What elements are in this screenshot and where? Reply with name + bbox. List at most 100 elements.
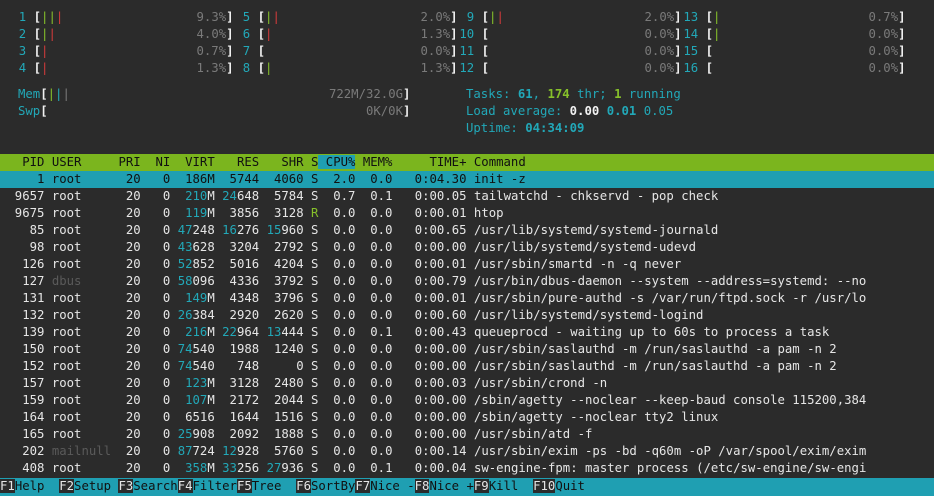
process-row[interactable]: 9675 root 20 0 119M 3856 3128 R 0.0 0.0 … [0, 205, 934, 222]
cell-pri: 20 [111, 325, 141, 339]
fkey-f4-button[interactable]: F4Filter [177, 479, 237, 493]
cell-virt: 25908 [170, 427, 215, 441]
column-header-pri[interactable]: PRI [111, 155, 140, 169]
cell-cmd: /usr/sbin/saslauthd -m /run/saslauthd -a… [466, 359, 837, 373]
cell-shr: 15960 [259, 223, 304, 237]
cell-ni: 0 [140, 359, 171, 373]
process-row[interactable]: 139 root 20 0 216M 22964 13444 S 0.0 0.1… [0, 324, 934, 341]
fkey-f6-button[interactable]: F6SortBy [296, 479, 355, 493]
fkey-f7-button[interactable]: F7Nice - [355, 479, 415, 493]
cell-cmd: /sbin/agetty --noclear --keep-baud conso… [466, 393, 867, 407]
function-key-bar[interactable]: F1Help F2Setup F3SearchF4FilterF5Tree F6… [0, 478, 934, 496]
uptime-value: 04:34:09 [525, 121, 585, 135]
process-row[interactable]: 150 root 20 0 74540 1988 1240 S 0.0 0.0 … [0, 341, 934, 358]
column-header-mem[interactable]: MEM% [355, 155, 393, 169]
cpu-percent: 1.3% [272, 61, 451, 75]
cell-cmd: sw-engine-fpm: master process (/etc/sw-e… [466, 461, 867, 475]
process-row[interactable]: 131 root 20 0 149M 4348 3796 S 0.0 0.0 0… [0, 290, 934, 307]
process-row[interactable]: 152 root 20 0 74540 748 0 S 0.0 0.0 0:00… [0, 358, 934, 375]
cell-ni: 0 [140, 308, 171, 322]
process-row[interactable]: 165 root 20 0 25908 2092 1888 S 0.0 0.0 … [0, 426, 934, 443]
cell-time-sec: 00.60 [429, 308, 467, 322]
column-header-user[interactable]: USER [44, 155, 111, 169]
column-header-virt[interactable]: VIRT [170, 155, 215, 169]
cell-mem: 0.1 [355, 461, 393, 475]
cell-pri: 20 [111, 393, 141, 407]
tasks-label: Tasks: [466, 87, 518, 101]
fkey-f1-button[interactable]: F1Help [0, 479, 59, 493]
process-row[interactable]: 202 mailnull 20 0 87724 12928 5760 S 0.0… [0, 443, 934, 460]
cell-time-sec: 00.01 [429, 206, 467, 220]
cpu-bar-segment: | [496, 10, 504, 24]
column-header-s[interactable]: S [304, 155, 318, 169]
fkey-f2-button[interactable]: F2Setup [59, 479, 118, 493]
cell-time-sec: 00.01 [429, 257, 467, 271]
column-header-time[interactable]: TIME+ [392, 155, 466, 169]
cell-pri: 20 [111, 461, 141, 475]
cell-cmd: /usr/sbin/smartd -n -q never [466, 257, 682, 271]
cell-time-sec: 00.79 [429, 274, 467, 288]
process-row[interactable]: 126 root 20 0 52852 5016 4204 S 0.0 0.0 … [0, 256, 934, 273]
cell-pid: 131 [0, 291, 45, 305]
process-row[interactable]: 132 root 20 0 26384 2920 2620 S 0.0 0.0 … [0, 307, 934, 324]
cell-shr-lo: 936 [281, 461, 304, 475]
process-row[interactable]: 1 root 20 0 186M 5744 4060 S 2.0 0.0 0:0… [0, 171, 934, 188]
fkey-f10-button[interactable]: F10Quit [533, 479, 585, 493]
cell-cpu: 0.0 [318, 410, 356, 424]
column-header-cpu[interactable]: CPU% [318, 155, 356, 169]
cell-virt: 47248 [170, 223, 215, 237]
cell-ni: 0 [140, 342, 171, 356]
column-header-cmd[interactable]: Command [467, 155, 526, 169]
cpu-meter-15: 15 [ 0.0%] [676, 43, 905, 60]
cell-virt-hi: 216 [170, 325, 208, 339]
cell-pri: 20 [111, 257, 141, 271]
process-row[interactable]: 159 root 20 0 107M 2172 2044 S 0.0 0.0 0… [0, 392, 934, 409]
cell-user: dbus [44, 274, 112, 288]
cell-res: 5744 [214, 172, 260, 186]
process-row[interactable]: 164 root 20 0 6516 1644 1516 S 0.0 0.0 0… [0, 409, 934, 426]
cell-res: 3856 [214, 206, 260, 220]
fkey-key: F8 [414, 479, 430, 493]
cell-virt: 6516 [170, 410, 215, 424]
cell-time-sec: 00.03 [429, 376, 467, 390]
cell-pid: 85 [0, 223, 45, 237]
process-table-header[interactable]: PID USER PRI NI VIRT RES SHR S CPU% MEM%… [0, 154, 934, 171]
fkey-f9-button[interactable]: F9Kill [473, 479, 533, 493]
cell-virt: 58096 [170, 274, 215, 288]
cpu-bar-segment: | [48, 27, 56, 41]
load-space [636, 104, 643, 118]
cell-time-sec: 00.00 [429, 393, 467, 407]
meter-bracket: [ [40, 87, 48, 101]
cell-ni: 0 [140, 427, 171, 441]
fkey-f3-button[interactable]: F3Search [118, 479, 178, 493]
process-row[interactable]: 98 root 20 0 43628 3204 2792 S 0.0 0.0 0… [0, 239, 934, 256]
fkey-f5-button[interactable]: F5Tree [236, 479, 296, 493]
cell-cpu: 0.0 [318, 223, 356, 237]
column-header-res[interactable]: RES [215, 155, 259, 169]
process-row[interactable]: 9657 root 20 0 210M 24648 5784 S 0.7 0.1… [0, 188, 934, 205]
cell-ni: 0 [140, 444, 171, 458]
process-row[interactable]: 408 root 20 0 358M 33256 27936 S 0.0 0.1… [0, 460, 934, 477]
column-header-ni[interactable]: NI [141, 155, 170, 169]
process-row[interactable]: 85 root 20 0 47248 16276 15960 S 0.0 0.0… [0, 222, 934, 239]
column-header-pid[interactable]: PID [0, 155, 44, 169]
meter-bracket: [ [698, 44, 714, 58]
cell-time-sec: 00.14 [429, 444, 467, 458]
cell-cpu: 0.0 [318, 291, 356, 305]
cell-user: root [44, 206, 112, 220]
process-row[interactable]: 157 root 20 0 123M 3128 2480 S 0.0 0.0 0… [0, 375, 934, 392]
cell-virt-lo: 628 [192, 240, 215, 254]
cell-shr: 3128 [259, 206, 304, 220]
process-row[interactable]: 127 dbus 20 0 58096 4336 3792 S 0.0 0.0 … [0, 273, 934, 290]
fkey-key: F10 [533, 479, 556, 493]
cell-pri: 20 [111, 427, 141, 441]
column-header-shr[interactable]: SHR [259, 155, 303, 169]
cell-res-lo: 276 [236, 223, 260, 237]
cell-virt: 358M [170, 461, 215, 475]
fkey-f8-button[interactable]: F8Nice + [414, 479, 474, 493]
fkey-key: F2 [59, 479, 75, 493]
cell-res: 1644 [214, 410, 260, 424]
cell-time: 0:00.01 [392, 257, 467, 271]
cpu-meter-3: 3 [| 0.7%] [4, 43, 234, 60]
cell-time-min: 0: [392, 308, 430, 322]
